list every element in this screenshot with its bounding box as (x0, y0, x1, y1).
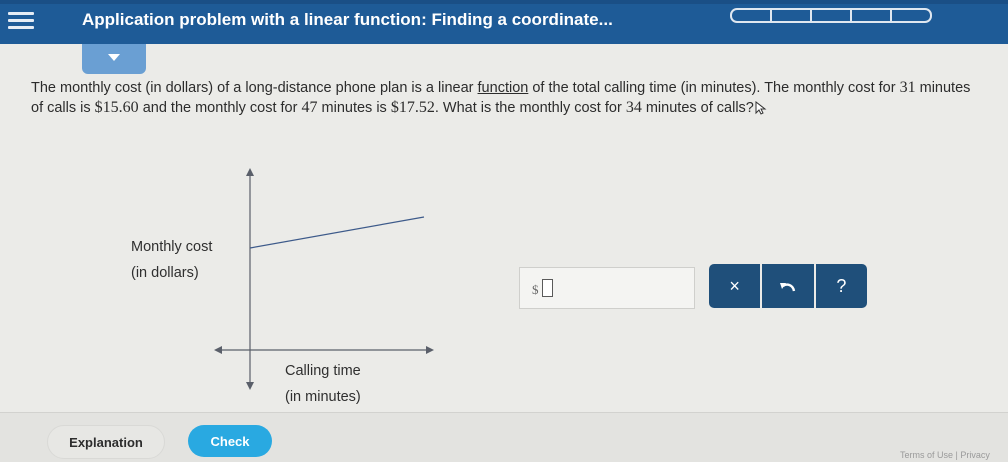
progress-segment (732, 10, 772, 21)
hamburger-menu-icon[interactable] (4, 8, 38, 34)
value-minutes-3: 34 (625, 99, 642, 116)
x-axis-label-line1: Calling time (285, 363, 361, 379)
value-cost-2: $17.52 (390, 99, 435, 116)
question-part-2: of the total calling time (in minutes). … (528, 80, 900, 96)
progress-segment (852, 10, 892, 21)
linear-graph: Monthly cost (in dollars) Calling time (… (120, 160, 450, 410)
question-part-5: minutes is (317, 100, 391, 116)
question-text: The monthly cost (in dollars) of a long-… (31, 78, 986, 118)
page-title: Application problem with a linear functi… (82, 10, 613, 29)
progress-indicator (730, 8, 932, 23)
check-button[interactable]: Check (188, 425, 272, 457)
help-button[interactable]: ? (816, 264, 867, 308)
y-axis-label-line1: Monthly cost (131, 239, 213, 255)
answer-box: $ (519, 267, 695, 309)
explanation-button[interactable]: Explanation (47, 425, 165, 459)
undo-icon (779, 283, 796, 292)
progress-segment (892, 10, 930, 21)
dollar-prefix: $ (532, 282, 539, 297)
value-minutes-2: 47 (301, 99, 318, 116)
collapse-dropdown-tab[interactable] (82, 44, 146, 74)
top-bar: Application problem with a linear functi… (0, 0, 1008, 44)
mouse-cursor-icon (755, 101, 767, 115)
question-part-7: minutes of calls? (641, 100, 754, 116)
question-part-6: . What is the monthly cost for (434, 100, 626, 116)
question-part-4: and the monthly cost for (138, 100, 302, 116)
footer-links[interactable]: Terms of Use | Privacy (900, 450, 990, 460)
cost-line (249, 216, 425, 249)
value-minutes-1: 31 (899, 79, 916, 96)
progress-segment (812, 10, 852, 21)
function-link[interactable]: function (478, 80, 529, 96)
progress-segment (772, 10, 812, 21)
question-part-1: The monthly cost (in dollars) of a long-… (31, 80, 478, 96)
x-axis-label-line2: (in minutes) (285, 389, 361, 405)
undo-button[interactable] (762, 264, 816, 308)
top-strip (0, 0, 1008, 4)
answer-tools: × ? (709, 264, 867, 308)
value-cost-1: $15.60 (94, 99, 139, 116)
answer-input[interactable] (542, 279, 553, 297)
clear-button[interactable]: × (709, 264, 763, 308)
y-axis-label-line2: (in dollars) (131, 265, 199, 281)
chevron-down-icon (108, 54, 120, 61)
